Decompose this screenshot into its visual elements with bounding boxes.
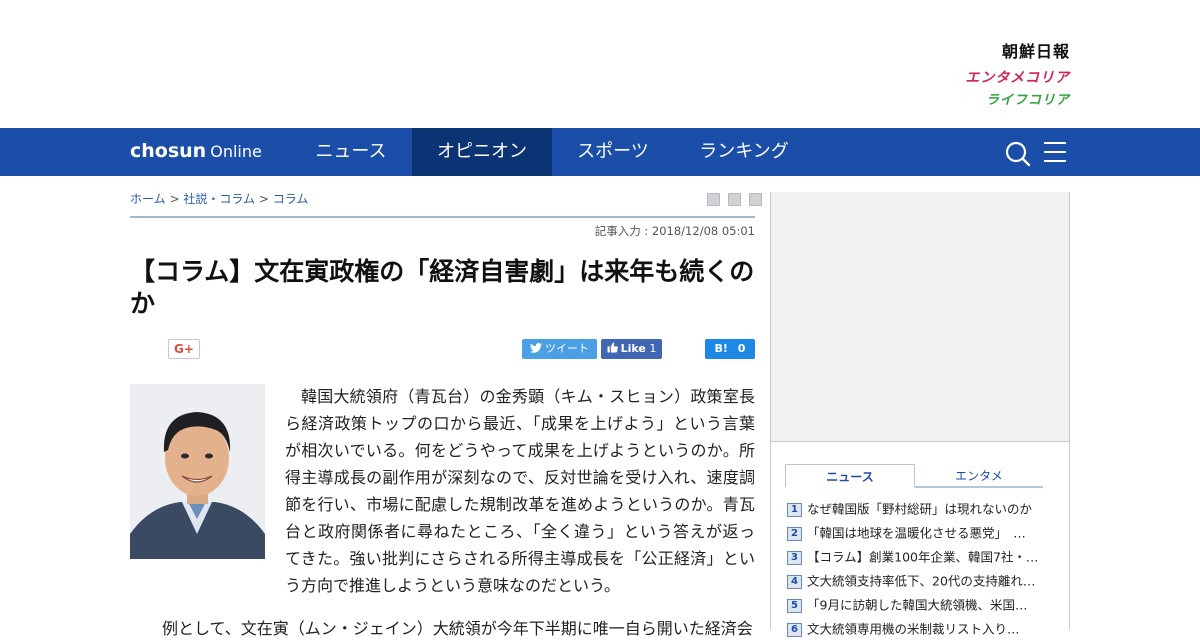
nav-item-ranking[interactable]: ランキング xyxy=(674,128,814,176)
rank-number: 5 xyxy=(787,598,802,613)
breadcrumb-home[interactable]: ホーム xyxy=(130,192,166,206)
ranking-item-title[interactable]: 文大統領専用機の米制裁リスト入り… xyxy=(807,622,1020,637)
ranking-item-title[interactable]: 文大統領支持率低下、20代の支持離れ… xyxy=(807,574,1035,589)
brand-link-life-korea[interactable]: ライフコリア xyxy=(930,94,1070,107)
tweet-label: ツイート xyxy=(545,342,589,355)
rank-number: 2 xyxy=(787,526,802,541)
thumbs-up-icon xyxy=(607,342,618,353)
back-arrow-icon[interactable] xyxy=(749,193,763,206)
print-icon[interactable] xyxy=(707,193,720,206)
logo-sub-text: Online xyxy=(210,142,262,161)
ranking-item-title[interactable]: 「韓国は地球を温暖化させる悪党」 … xyxy=(807,526,1026,541)
ranking-item-title[interactable]: なぜ韓国版「野村総研」は現れないのか xyxy=(807,502,1032,517)
hatena-icon: B! xyxy=(714,342,728,355)
author-portrait xyxy=(130,384,265,559)
breadcrumb-column[interactable]: コラム xyxy=(273,192,309,206)
nav-item-news[interactable]: ニュース xyxy=(290,128,412,176)
breadcrumb-separator: > xyxy=(169,192,180,206)
fb-like-count: 1 xyxy=(649,342,657,355)
article-divider xyxy=(130,216,755,218)
ranking-item-title[interactable]: 【コラム】創業100年企業、韓国7社・… xyxy=(807,550,1038,565)
sidebar: ニュース エンタメ 1 なぜ韓国版「野村総研」は現れないのか 2 「韓国は地球を温暖… xyxy=(770,192,1070,637)
breadcrumb-separator: > xyxy=(258,192,269,206)
ranking-list: 1 なぜ韓国版「野村総研」は現れないのか 2 「韓国は地球を温暖化させる悪党」 … … xyxy=(787,498,1057,642)
breadcrumb: ホーム > 社説・コラム > コラム xyxy=(130,190,308,207)
rank-number: 1 xyxy=(787,502,802,517)
hatena-bookmark-button[interactable]: B! 0 xyxy=(705,339,755,359)
ranking-item[interactable]: 5 「9月に訪朝した韓国大統領機、米国… xyxy=(787,594,1057,618)
article-body-paragraph-2: 例として、文在寅（ムン・ジェイン）大統領が今年下半期に唯一自ら開いた経済会 xyxy=(162,619,753,638)
article-body-paragraph: 韓国大統領府（青瓦台）の金秀顕（キム・スヒョン）政策室長ら経済政策トップの口から… xyxy=(285,387,755,595)
brand-links: 朝鮮日報 エンタメコリア ライフコリア xyxy=(930,44,1070,108)
logo-main-text: chosun xyxy=(130,140,207,162)
top-header: 朝鮮日報 エンタメコリア ライフコリア xyxy=(0,0,1200,128)
facebook-like-button[interactable]: Like 1 xyxy=(601,339,662,359)
text-size-icon[interactable] xyxy=(728,193,742,206)
brand-link-chosunilbo[interactable]: 朝鮮日報 xyxy=(930,44,1070,60)
tab-entame[interactable]: エンタメ xyxy=(915,464,1043,488)
ranking-item[interactable]: 1 なぜ韓国版「野村総研」は現れないのか xyxy=(787,498,1057,522)
rank-number: 3 xyxy=(787,550,802,565)
ranking-item[interactable]: 2 「韓国は地球を温暖化させる悪党」 … xyxy=(787,522,1057,546)
article-date: 記事入力 : 2018/12/08 05:01 xyxy=(594,224,755,238)
tab-news[interactable]: ニュース xyxy=(785,464,915,488)
ranking-item[interactable]: 3 【コラム】創業100年企業、韓国7社・… xyxy=(787,546,1057,570)
site-logo[interactable]: chosun Online xyxy=(130,140,262,162)
google-plus-share-button[interactable]: G+ xyxy=(168,339,200,359)
tweet-button[interactable]: ツイート xyxy=(522,339,597,359)
twitter-bird-icon xyxy=(530,343,542,353)
fb-like-label: Like xyxy=(620,342,646,355)
ranking-item[interactable]: 6 文大統領専用機の米制裁リスト入り… xyxy=(787,618,1057,642)
rank-number: 4 xyxy=(787,574,802,589)
main-navbar: chosun Online ニュース オピニオン スポーツ ランキング xyxy=(0,128,1200,176)
hamburger-menu-icon[interactable] xyxy=(1044,142,1066,162)
author-photo xyxy=(130,384,265,559)
article-tools xyxy=(704,193,763,207)
nav-item-opinion[interactable]: オピニオン xyxy=(412,128,552,176)
ranking-item-title[interactable]: 「9月に訪朝した韓国大統領機、米国… xyxy=(807,598,1027,613)
brand-link-entame-korea[interactable]: エンタメコリア xyxy=(930,71,1070,85)
article-title: 【コラム】文在寅政権の「経済自害劇」は来年も続くのか xyxy=(130,257,755,318)
breadcrumb-section[interactable]: 社説・コラム xyxy=(183,192,255,206)
ad-placeholder xyxy=(771,192,1069,442)
ranking-item[interactable]: 4 文大統領支持率低下、20代の支持離れ… xyxy=(787,570,1057,594)
hatena-count: 0 xyxy=(737,342,746,355)
search-icon[interactable] xyxy=(1004,140,1032,168)
nav-item-sports[interactable]: スポーツ xyxy=(552,128,674,176)
